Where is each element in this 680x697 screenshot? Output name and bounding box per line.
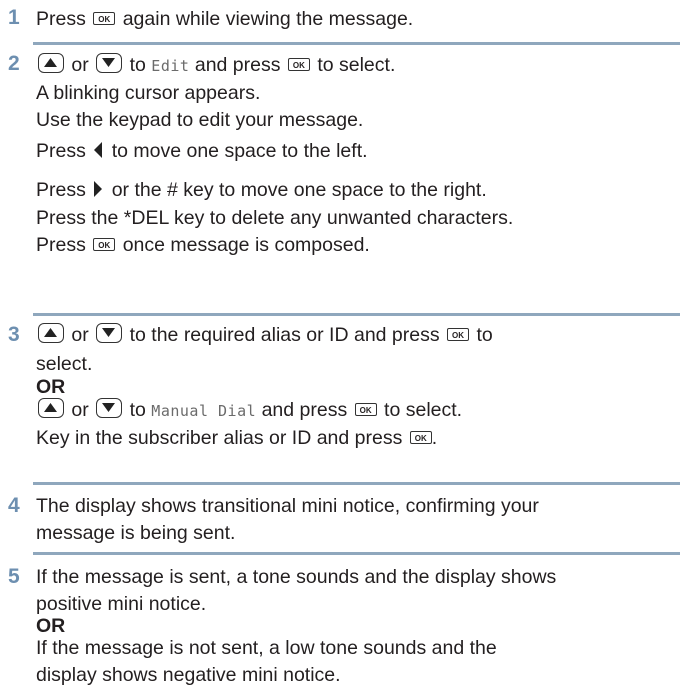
down-key-icon bbox=[96, 323, 123, 343]
step-text: . bbox=[431, 427, 438, 449]
step-text: again while viewing the message. bbox=[122, 8, 414, 30]
step-text: If the message is not sent, a low tone s… bbox=[36, 637, 497, 659]
menu-ok-key-icon: OK bbox=[447, 328, 470, 341]
down-key-icon bbox=[96, 398, 123, 418]
step-text: Press bbox=[36, 234, 86, 256]
up-key-icon bbox=[38, 398, 64, 418]
step-text: display shows negative mini notice. bbox=[36, 664, 341, 686]
step-text: or bbox=[71, 399, 89, 421]
or-label: OR bbox=[36, 376, 66, 398]
step-text: once message is composed. bbox=[122, 234, 370, 256]
menu-option: Edit bbox=[151, 57, 190, 75]
step-text: to select. bbox=[384, 399, 463, 421]
step-text: Press the *DEL key to delete any unwante… bbox=[36, 207, 514, 229]
step-text: or bbox=[71, 54, 89, 76]
step-text: and press bbox=[194, 54, 281, 76]
step-body: The display shows transitional mini noti… bbox=[36, 491, 672, 547]
step-text: to bbox=[129, 54, 146, 76]
step-text: Use the keypad to edit your message. bbox=[36, 109, 364, 131]
right-arrow-icon bbox=[94, 178, 103, 205]
menu-ok-key-icon: OK bbox=[287, 58, 310, 71]
step-divider bbox=[33, 482, 680, 485]
step-text: The display shows transitional mini noti… bbox=[36, 495, 539, 517]
step-body: or to Edit and press OK to select. A bli… bbox=[36, 50, 672, 259]
menu-option: Manual Dial bbox=[151, 402, 257, 420]
step-body: Press OK again while viewing the message… bbox=[36, 4, 672, 33]
step-text: message is being sent. bbox=[36, 522, 236, 544]
step-text: or bbox=[71, 324, 89, 346]
left-arrow-icon bbox=[94, 139, 103, 166]
step-text: or the # key to move one space to the ri… bbox=[111, 179, 487, 201]
step-text: and press bbox=[261, 399, 348, 421]
step-text: to select. bbox=[317, 54, 396, 76]
step-body: If the message is sent, a tone sounds an… bbox=[36, 562, 672, 689]
up-key-icon bbox=[38, 323, 64, 343]
step-text: If the message is sent, a tone sounds an… bbox=[36, 566, 557, 588]
step-text: Key in the subscriber alias or ID and pr… bbox=[36, 427, 403, 449]
step-text: Press bbox=[36, 140, 86, 162]
menu-ok-key-icon: OK bbox=[409, 431, 432, 444]
step-body: or to the required alias or ID and press… bbox=[36, 320, 672, 452]
step-text: positive mini notice. bbox=[36, 593, 207, 615]
or-label: OR bbox=[36, 615, 66, 637]
step-text: to bbox=[476, 324, 493, 346]
step-text: A blinking cursor appears. bbox=[36, 82, 261, 104]
step-text: to move one space to the left. bbox=[111, 140, 368, 162]
step-text: Press bbox=[36, 8, 86, 30]
menu-ok-key-icon: OK bbox=[93, 12, 116, 25]
step-number: 1 bbox=[8, 6, 20, 29]
step-number: 4 bbox=[8, 494, 20, 517]
down-key-icon bbox=[96, 53, 123, 73]
menu-ok-key-icon: OK bbox=[93, 238, 116, 251]
step-text: Press bbox=[36, 179, 86, 201]
step-number: 2 bbox=[8, 52, 20, 75]
step-text: to the required alias or ID and press bbox=[129, 324, 440, 346]
up-key-icon bbox=[38, 53, 64, 73]
step-number: 3 bbox=[8, 323, 20, 346]
step-divider bbox=[33, 552, 680, 555]
menu-ok-key-icon: OK bbox=[354, 403, 377, 416]
step-divider bbox=[33, 313, 680, 316]
step-text: to bbox=[129, 399, 146, 421]
step-divider bbox=[33, 42, 680, 45]
step-text: select. bbox=[36, 353, 93, 375]
step-number: 5 bbox=[8, 565, 20, 588]
